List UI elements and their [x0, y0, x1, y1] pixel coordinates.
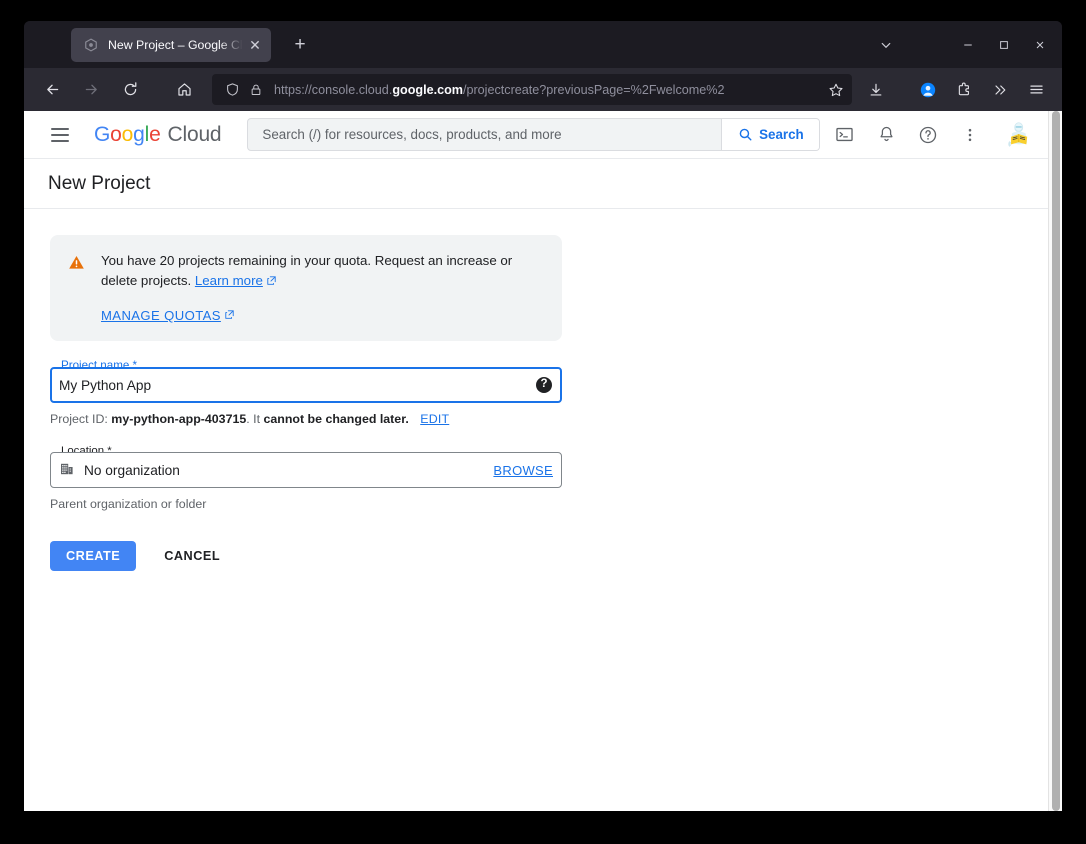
maximize-button[interactable]	[986, 26, 1022, 64]
window-controls	[868, 21, 1058, 68]
close-window-button[interactable]	[1022, 26, 1058, 64]
create-button[interactable]: CREATE	[50, 541, 137, 571]
more-vert-icon[interactable]	[950, 115, 990, 155]
forward-icon	[75, 74, 107, 106]
project-name-field: Project name * ?	[50, 359, 562, 403]
app-menu-icon[interactable]	[1020, 74, 1052, 106]
project-id-helper: Project ID: my-python-app-403715. It can…	[50, 412, 1048, 426]
page-title-bar: New Project	[24, 159, 1048, 209]
url-text[interactable]: https://console.cloud.google.com/project…	[274, 83, 822, 97]
quota-alert-text: You have 20 projects remaining in your q…	[101, 251, 521, 292]
cloud-console-header: Google Cloud Search	[24, 111, 1048, 159]
external-link-icon	[266, 272, 277, 292]
cloud-shell-icon[interactable]	[824, 115, 864, 155]
form-actions: CREATE CANCEL	[50, 541, 1048, 571]
reload-icon[interactable]	[114, 74, 146, 106]
search-button[interactable]: Search	[721, 119, 820, 150]
logo-letter-o2: o	[121, 122, 134, 146]
external-link-icon	[224, 308, 235, 323]
toolbar-right-actions	[860, 74, 1056, 106]
browser-tab[interactable]: New Project – Google Cloud c ✕	[71, 27, 271, 62]
manage-quotas-link[interactable]: MANAGE QUOTAS	[101, 308, 235, 323]
location-value-wrap: No organization	[59, 461, 493, 480]
logo-letter-o1: o	[110, 122, 122, 146]
avatar[interactable]	[998, 116, 1036, 154]
page-scrollbar[interactable]	[1048, 111, 1062, 811]
warning-triangle-icon	[68, 254, 85, 325]
location-input-wrap[interactable]: No organization BROWSE	[50, 452, 562, 488]
back-icon[interactable]	[36, 74, 68, 106]
logo-word-cloud: Cloud	[167, 122, 222, 146]
project-name-input[interactable]	[59, 377, 536, 393]
extensions-icon[interactable]	[948, 74, 980, 106]
location-helper: Parent organization or folder	[50, 497, 207, 511]
header-actions	[824, 115, 1036, 155]
cancel-button[interactable]: CANCEL	[154, 541, 230, 571]
global-search[interactable]: Search	[247, 118, 821, 151]
search-icon	[739, 128, 752, 141]
main-menu-icon[interactable]	[36, 111, 84, 159]
learn-more-link[interactable]: Learn more	[195, 273, 263, 288]
help-circle-icon[interactable]	[908, 115, 948, 155]
logo-letter-e: e	[149, 122, 161, 146]
location-field: Location * No organization BROWSE	[50, 444, 562, 488]
chevron-down-icon[interactable]	[868, 26, 904, 64]
edit-project-id-link[interactable]: EDIT	[420, 412, 449, 426]
minimize-button[interactable]	[950, 26, 986, 64]
page-viewport: Google Cloud Search (/) for resources, d…	[24, 111, 1062, 811]
account-icon[interactable]	[912, 74, 944, 106]
quota-alert: You have 20 projects remaining in your q…	[50, 235, 562, 341]
quota-alert-message: You have 20 projects remaining in your q…	[101, 253, 513, 288]
shield-icon[interactable]	[220, 78, 244, 102]
project-id-value: my-python-app-403715	[111, 412, 247, 426]
lock-icon[interactable]	[244, 78, 268, 102]
search-button-label: Search	[759, 127, 804, 142]
tab-strip: New Project – Google Cloud c ✕ +	[24, 21, 1062, 68]
bookmark-star-icon[interactable]	[822, 76, 850, 104]
navigation-toolbar: https://console.cloud.google.com/project…	[24, 68, 1062, 111]
project-id-middle: . It	[246, 412, 261, 426]
logo-letter-g1: G	[94, 122, 111, 146]
search-input[interactable]	[248, 119, 722, 150]
download-icon[interactable]	[860, 74, 892, 106]
tab-title: New Project – Google Cloud c	[108, 37, 244, 52]
project-id-prefix: Project ID:	[50, 412, 108, 426]
tab-close-icon[interactable]: ✕	[246, 36, 264, 54]
organization-building-icon	[59, 461, 75, 480]
project-id-emphasis: cannot be changed later.	[263, 412, 409, 426]
page-scrollbar-thumb[interactable]	[1052, 111, 1060, 811]
browser-window: New Project – Google Cloud c ✕ +	[24, 21, 1062, 811]
manage-quotas-label: MANAGE QUOTAS	[101, 308, 221, 323]
url-bar[interactable]: https://console.cloud.google.com/project…	[212, 74, 852, 105]
new-project-form: You have 20 projects remaining in your q…	[24, 209, 1048, 571]
notifications-bell-icon[interactable]	[866, 115, 906, 155]
project-name-input-wrap[interactable]: ?	[50, 367, 562, 403]
page-title: New Project	[48, 172, 151, 194]
overflow-chevrons-icon[interactable]	[984, 74, 1016, 106]
google-cloud-logo[interactable]: Google Cloud	[94, 122, 222, 147]
home-icon[interactable]	[168, 74, 200, 106]
new-tab-button[interactable]: +	[285, 30, 315, 60]
help-badge-icon[interactable]: ?	[536, 377, 552, 393]
location-value: No organization	[84, 462, 180, 478]
logo-letter-g2: g	[133, 122, 145, 146]
google-cloud-favicon	[83, 37, 99, 53]
browse-location-link[interactable]: BROWSE	[493, 463, 553, 478]
